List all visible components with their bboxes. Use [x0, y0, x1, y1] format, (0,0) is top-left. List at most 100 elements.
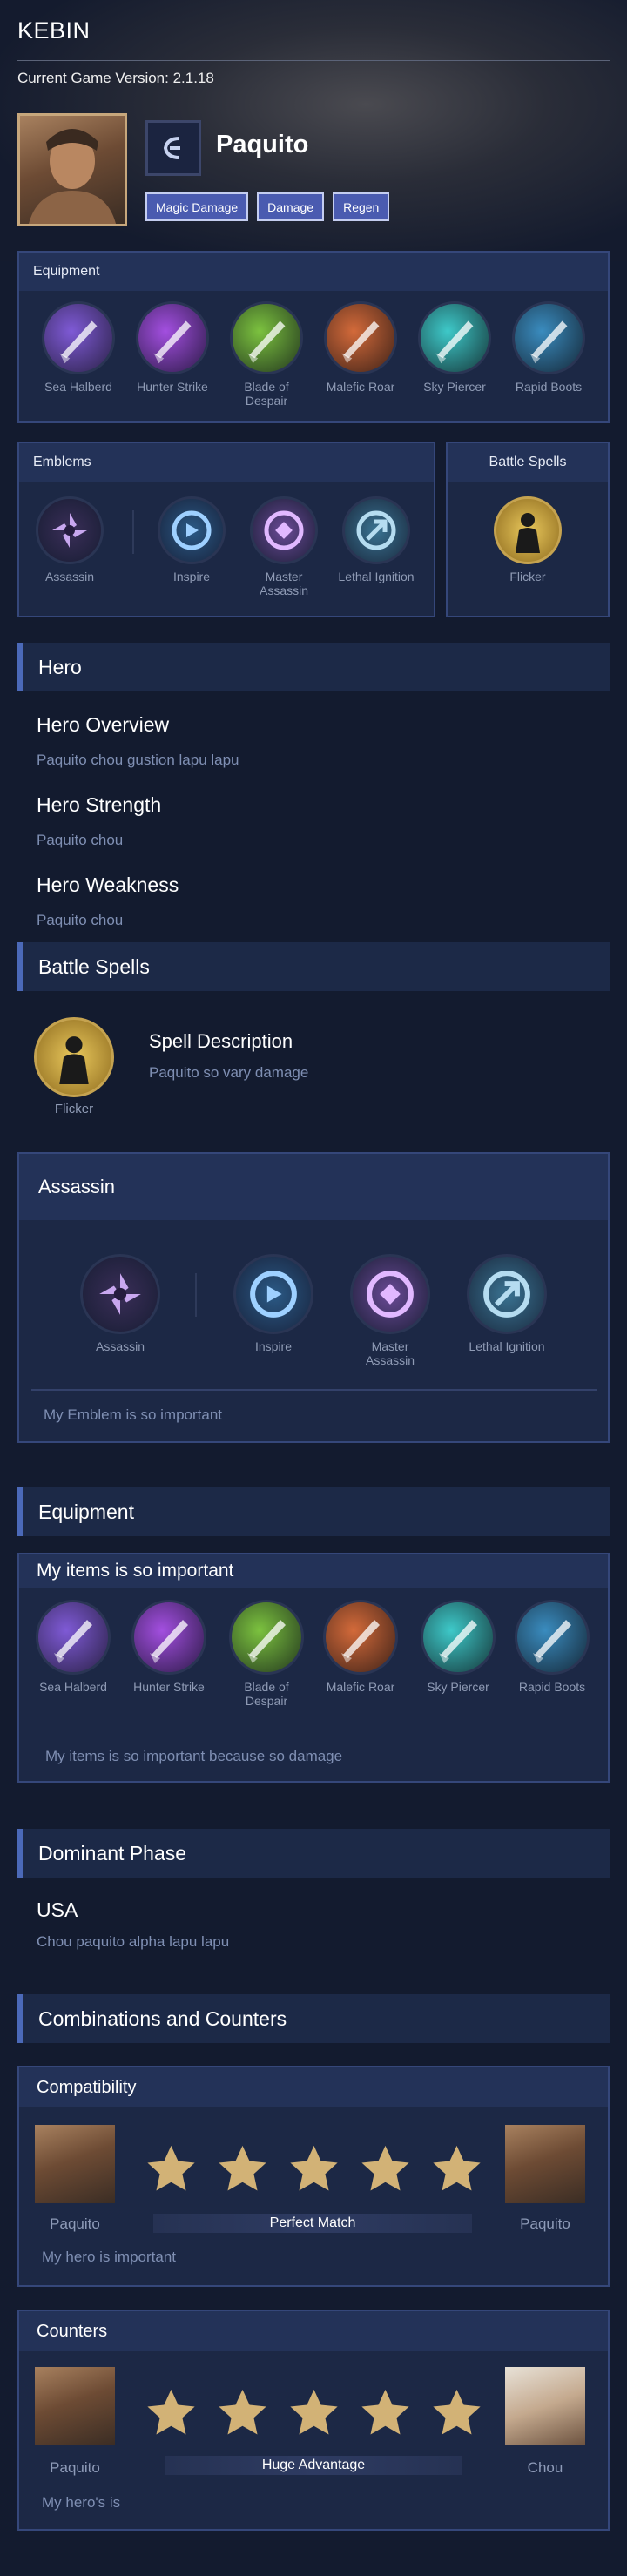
section-talent-inspire-label: Inspire: [254, 1339, 293, 1353]
role-icon: [145, 120, 201, 176]
section-talent-lethal-ignition-label: Lethal Ignition: [469, 1339, 545, 1353]
equipment-panel-item-0[interactable]: Sea Halberd: [35, 301, 122, 394]
equipment-panel-item-1[interactable]: Hunter Strike: [129, 301, 216, 394]
blade-of-despair-icon: [230, 301, 303, 374]
hero-weakness-text: Paquito chou: [37, 912, 124, 928]
counters-right-hero-name: Chou: [527, 2459, 563, 2476]
star-icon: [290, 2389, 338, 2435]
equipment-section-item-label: Rapid Boots: [518, 1680, 586, 1694]
game-version: Current Game Version: 2.1.18: [17, 70, 214, 86]
equipment-panel-item-5[interactable]: Rapid Boots: [505, 301, 592, 394]
equipment-section-item-label: Sea Halberd: [39, 1680, 107, 1694]
equipment-panel-item-label: Blade of Despair: [244, 380, 289, 408]
hero-portrait: [17, 113, 127, 226]
hero-overview-title: Hero Overview: [37, 713, 170, 736]
rapid-boots-icon: [512, 301, 585, 374]
tag-regen[interactable]: Regen: [333, 192, 390, 221]
equipment-panel-item-label: Rapid Boots: [515, 380, 583, 394]
emblems-panel-title: Emblems: [19, 443, 434, 482]
emblem-section-divider: [31, 1389, 597, 1391]
battle-spell-flicker-label: Flicker: [54, 1102, 94, 1116]
star-icon: [433, 2389, 481, 2435]
emblem-section-divider-v: [195, 1273, 197, 1317]
equipment-section-item-5[interactable]: Rapid Boots: [509, 1600, 596, 1694]
hunter-strike-icon: [136, 301, 209, 374]
star-icon: [433, 2145, 481, 2191]
equipment-panel-item-2[interactable]: Blade of Despair: [223, 301, 310, 408]
title-divider: [17, 60, 610, 61]
compatibility-title: Compatibility: [19, 2067, 608, 2107]
equipment-section-item-label: Malefic Roar: [326, 1680, 395, 1694]
equipment-section-note: My items is so important because so dama…: [45, 1748, 343, 1764]
tag-damage[interactable]: Damage: [257, 192, 325, 221]
rapid-boots-icon: [515, 1600, 590, 1675]
equipment-section-item-label: Sky Piercer: [427, 1680, 489, 1694]
hero-weakness-title: Hero Weakness: [37, 873, 179, 896]
section-inspire-icon: [233, 1254, 314, 1334]
equipment-panel-item-4[interactable]: Sky Piercer: [411, 301, 498, 394]
app-title: KEBIN: [17, 17, 91, 44]
blade-of-despair-icon: [229, 1600, 304, 1675]
section-talent-lethal-ignition[interactable]: Lethal Ignition: [463, 1254, 550, 1353]
talent-lethal-ignition[interactable]: Lethal Ignition: [333, 496, 420, 583]
counters-stars: [143, 2386, 485, 2440]
equipment-panel-item-3[interactable]: Malefic Roar: [317, 301, 404, 394]
inspire-icon: [158, 496, 226, 564]
equipment-section-item-3[interactable]: Malefic Roar: [317, 1600, 404, 1694]
spell-flicker[interactable]: Flicker: [484, 496, 571, 583]
equipment-section-item-label: Blade of Despair: [244, 1680, 289, 1708]
emblem-assassin[interactable]: Assassin: [26, 496, 113, 583]
equipment-section-item-label: Hunter Strike: [133, 1680, 205, 1694]
section-dominant-phase: Dominant Phase: [17, 1829, 610, 1878]
master-assassin-icon: [250, 496, 318, 564]
emblem-assassin-label: Assassin: [44, 570, 95, 583]
sea-halberd-icon: [36, 1600, 111, 1675]
counters-note: My hero's is: [42, 2494, 121, 2511]
talent-inspire[interactable]: Inspire: [148, 496, 235, 583]
talent-master-assassin[interactable]: Master Assassin: [240, 496, 327, 597]
equipment-section-item-0[interactable]: Sea Halberd: [30, 1600, 117, 1694]
counters-right-hero-portrait[interactable]: [505, 2367, 585, 2445]
equipment-panel-item-label: Hunter Strike: [137, 380, 208, 394]
equipment-section-item-1[interactable]: Hunter Strike: [125, 1600, 212, 1694]
sky-piercer-icon: [421, 1600, 496, 1675]
section-combinations: Combinations and Counters: [17, 1994, 610, 2043]
counters-left-hero-portrait[interactable]: [35, 2367, 115, 2445]
compat-rating-ribbon: Perfect Match: [153, 2214, 472, 2233]
spell-description-title: Spell Description: [149, 1030, 293, 1052]
equipment-panel-item-label: Sea Halberd: [44, 380, 112, 394]
section-emblem-assassin-label: Assassin: [95, 1339, 145, 1353]
hero-strength-title: Hero Strength: [37, 793, 162, 816]
equipment-panel-title: Equipment: [19, 253, 608, 291]
section-talent-inspire[interactable]: Inspire: [230, 1254, 317, 1353]
compat-left-hero-portrait[interactable]: [35, 2125, 115, 2203]
section-lethal-ignition-icon: [467, 1254, 547, 1334]
flicker-icon: [494, 496, 562, 564]
hero-tags: Magic Damage Damage Regen: [145, 192, 390, 221]
flicker-large-icon: [34, 1017, 114, 1097]
star-icon: [219, 2145, 266, 2191]
compat-right-hero-name: Paquito: [520, 2215, 570, 2232]
section-battle-spells: Battle Spells: [17, 942, 610, 991]
star-icon: [219, 2389, 266, 2435]
battle-spells-panel-title: Battle Spells: [448, 443, 608, 482]
section-talent-master-assassin[interactable]: Master Assassin: [347, 1254, 434, 1367]
sky-piercer-icon: [418, 301, 491, 374]
equipment-section-box-title: My items is so important: [19, 1554, 608, 1588]
lethal-ignition-icon: [342, 496, 410, 564]
star-icon: [147, 2389, 195, 2435]
compat-right-hero-portrait[interactable]: [505, 2125, 585, 2203]
section-master-assassin-icon: [350, 1254, 430, 1334]
tag-magic-damage[interactable]: Magic Damage: [145, 192, 249, 221]
counters-title: Counters: [19, 2311, 608, 2351]
hero-strength-text: Paquito chou: [37, 832, 124, 848]
hero-overview-text: Paquito chou gustion lapu lapu: [37, 752, 239, 768]
dominant-phase-text: Chou paquito alpha lapu lapu: [37, 1933, 230, 1950]
equipment-section-item-2[interactable]: Blade of Despair: [223, 1600, 310, 1708]
assassin-emblem-icon: [36, 496, 104, 564]
counters-rating-ribbon: Huge Advantage: [165, 2456, 462, 2475]
equipment-section-item-4[interactable]: Sky Piercer: [415, 1600, 502, 1694]
section-emblem-assassin[interactable]: Assassin: [77, 1254, 164, 1353]
battle-spell-flicker[interactable]: Flicker: [30, 1017, 118, 1116]
section-equipment: Equipment: [17, 1487, 610, 1536]
